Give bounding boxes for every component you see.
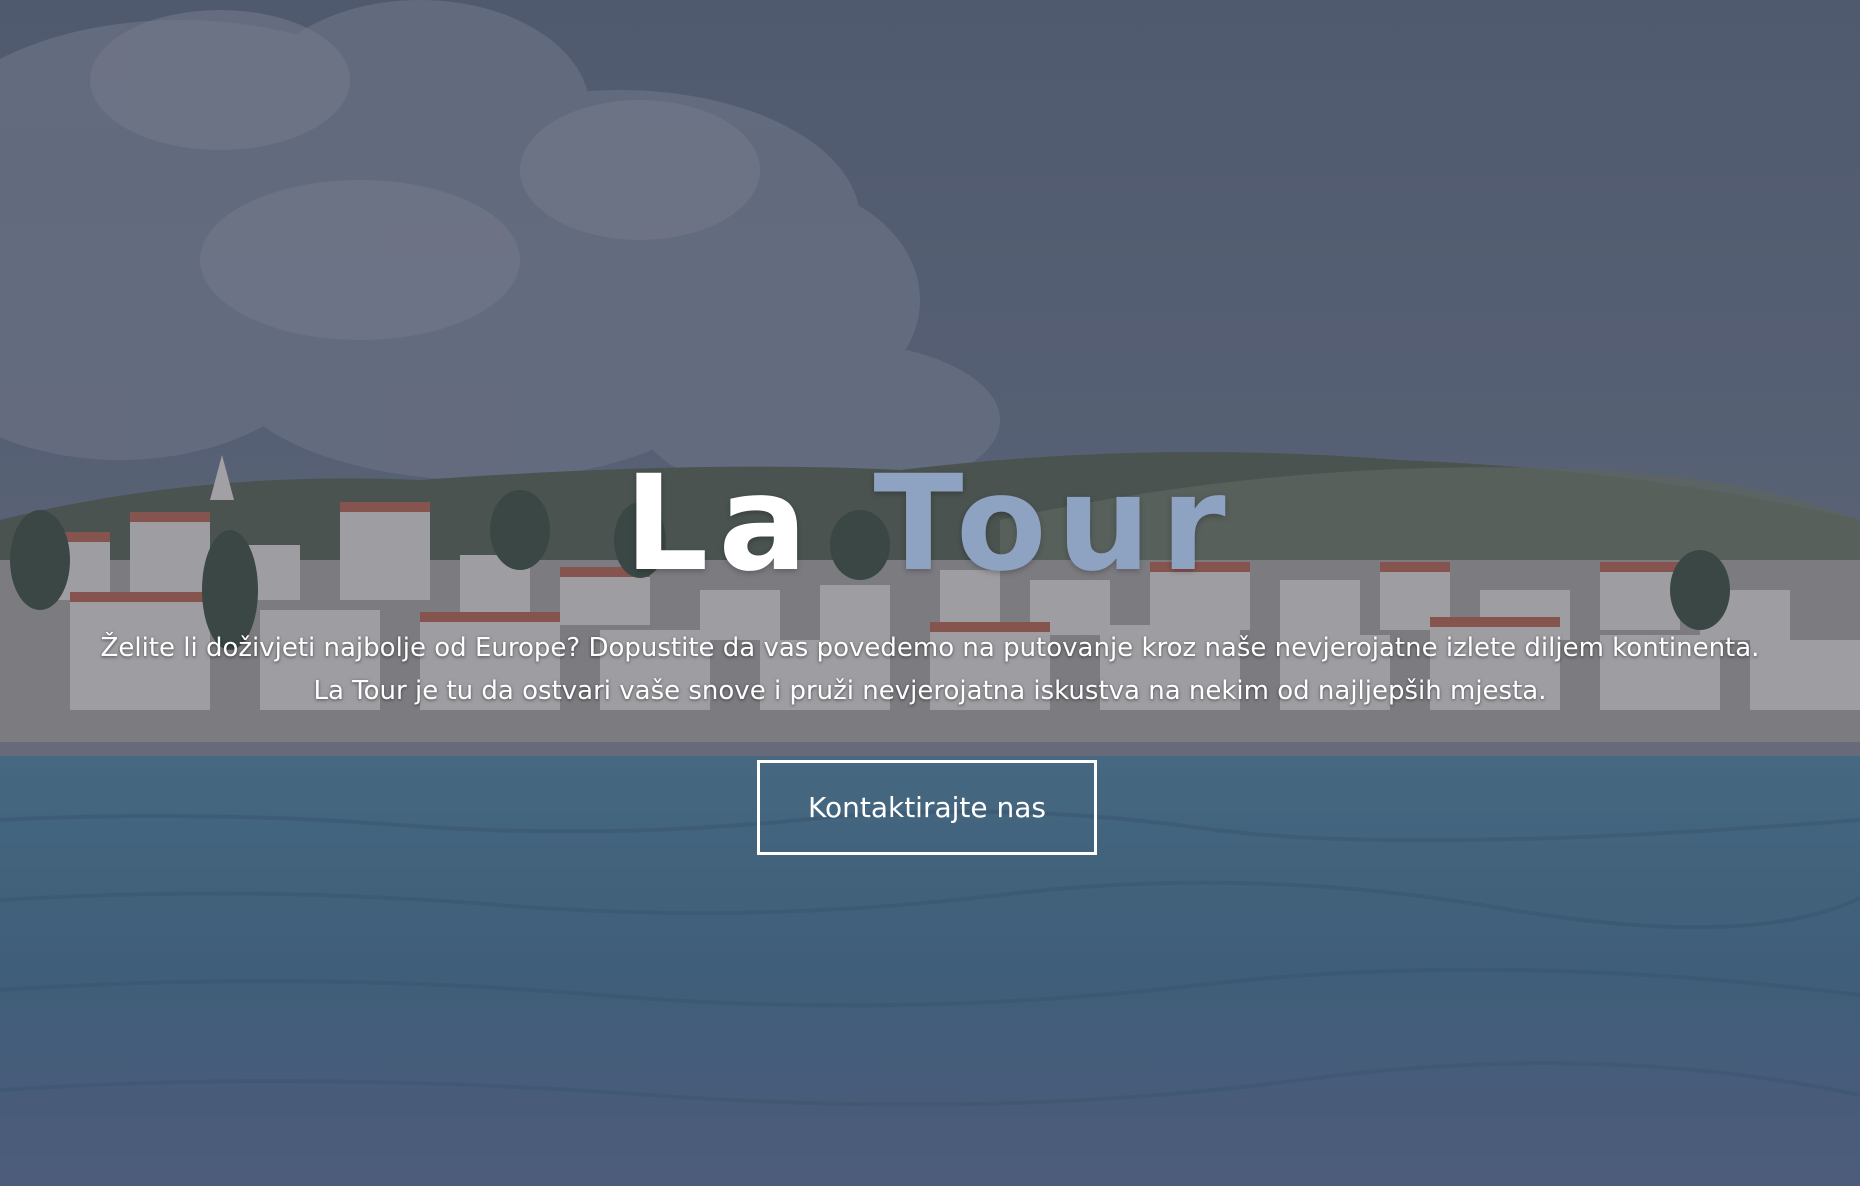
tagline-line-1: Želite li doživjeti najbolje od Europe? …	[100, 633, 1760, 663]
title-part-tour: Tour	[873, 447, 1236, 601]
title-part-la: La	[624, 447, 818, 601]
hero-content: La Tour Želite li doživjeti najbolje od …	[0, 0, 1860, 1186]
contact-button[interactable]: Kontaktirajte nas	[757, 760, 1097, 855]
hero-section: La Tour Želite li doživjeti najbolje od …	[0, 0, 1860, 1186]
tagline-line-2: La Tour je tu da ostvari vaše snove i pr…	[313, 676, 1547, 706]
site-title: La Tour	[0, 444, 1860, 604]
